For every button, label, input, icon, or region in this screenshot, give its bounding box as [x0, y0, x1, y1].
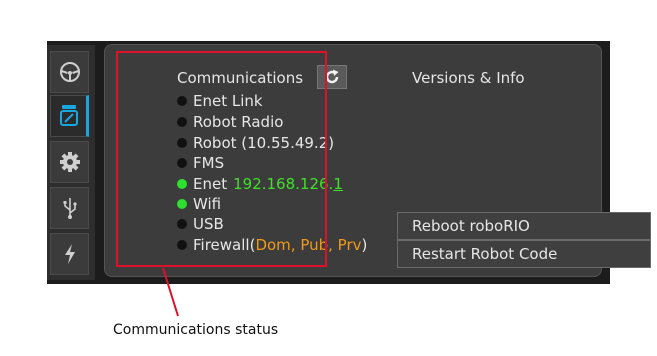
annotation-caption: Communications status [113, 322, 279, 338]
annotation-callout-line [162, 267, 179, 317]
